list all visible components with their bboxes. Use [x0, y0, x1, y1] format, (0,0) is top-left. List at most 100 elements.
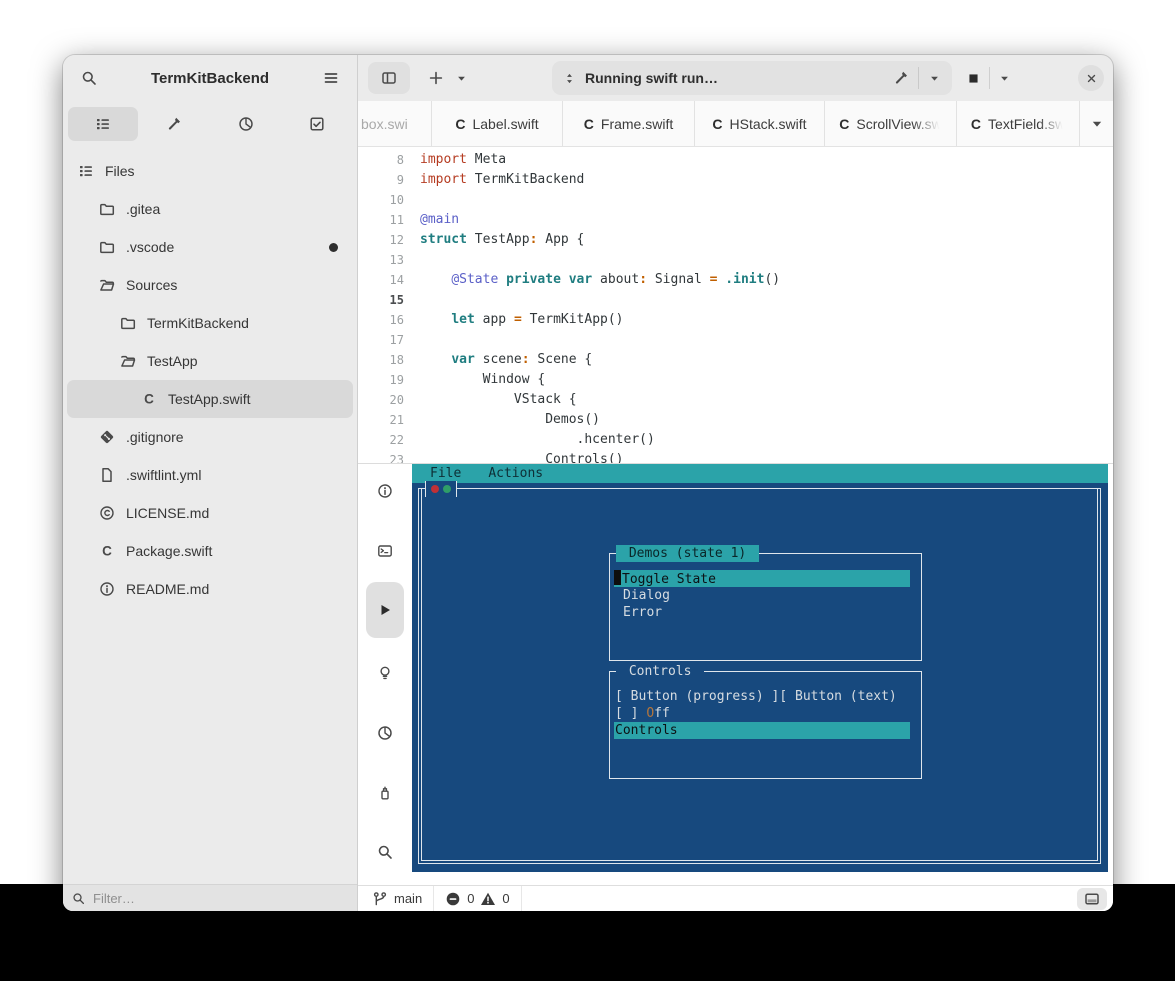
tree-item-files[interactable]: Files — [67, 152, 353, 190]
tui-close-dot[interactable] — [431, 485, 439, 493]
code-editor[interactable]: 8import Meta9import TermKitBackend1011@m… — [358, 147, 1113, 463]
web-panel-button[interactable] — [369, 717, 401, 749]
sidebar-panel-tab-tasks[interactable] — [283, 107, 353, 141]
code-line: 12struct TestApp: App { — [358, 230, 1113, 250]
tree-item-label: Sources — [126, 277, 177, 293]
line-number: 23 — [358, 450, 404, 463]
tab-label-swift[interactable]: CLabel.swift — [432, 101, 563, 146]
terminal-output[interactable]: FileActions Demos (state 1) Toggle State… — [412, 464, 1108, 872]
sidebar-toggle-button[interactable] — [368, 62, 410, 94]
folder-open-icon — [99, 277, 115, 293]
code-line: 22 .hcenter() — [358, 430, 1113, 450]
stop-button[interactable] — [960, 65, 986, 91]
menu-button[interactable] — [315, 62, 347, 94]
suggestions-panel-button[interactable] — [369, 657, 401, 689]
filter-search-icon — [72, 892, 85, 905]
c-file-icon: C — [141, 391, 157, 407]
tui-selected-row[interactable]: Controls — [614, 722, 910, 739]
logs-panel-button[interactable] — [369, 475, 401, 507]
tab-textfield-sw[interactable]: CTextField.sw — [957, 101, 1080, 146]
stop-dropdown[interactable] — [992, 65, 1016, 91]
code-text — [404, 250, 420, 270]
code-line: 20 VStack { — [358, 390, 1113, 410]
tree-item-termkitbackend[interactable]: TermKitBackend — [67, 304, 353, 342]
tree-item-gitignore[interactable]: .gitignore — [67, 418, 353, 456]
checkbox-icon — [309, 116, 325, 132]
line-number: 10 — [358, 190, 404, 210]
tui-menu-file[interactable]: File — [430, 465, 461, 482]
tab-label: box.swi — [361, 116, 408, 132]
sidebar-panel-switcher — [63, 101, 357, 147]
error-count: 0 — [467, 891, 474, 906]
sidebar: TermKitBackend Files .gitea .vscode Sources… — [63, 55, 358, 911]
run-output-panel-button[interactable] — [366, 582, 404, 638]
close-window-button[interactable] — [1078, 65, 1104, 91]
new-tab-button[interactable] — [422, 62, 450, 94]
line-number: 11 — [358, 210, 404, 230]
folder-icon — [99, 201, 115, 217]
tree-item-label: .gitea — [126, 201, 160, 217]
code-text: let app = TermKitApp() — [404, 310, 624, 330]
build-icon[interactable] — [893, 70, 909, 86]
tab-scrollview-sw[interactable]: CScrollView.sw — [825, 101, 957, 146]
tui-list-item-dialog[interactable]: Dialog — [623, 587, 670, 604]
code-line: 17 — [358, 330, 1113, 350]
profiler-panel-button[interactable] — [369, 777, 401, 809]
copyright-icon — [99, 505, 115, 521]
tui-checkbox-row[interactable]: [ ] Off — [615, 705, 670, 722]
controls-frame-title: Controls — [616, 663, 704, 680]
play-icon — [377, 602, 393, 618]
sidebar-panel-tab-project-tree[interactable] — [68, 107, 138, 141]
tab-hstack-swift[interactable]: CHStack.swift — [695, 101, 825, 146]
line-number: 16 — [358, 310, 404, 330]
tree-item-gitea[interactable]: .gitea — [67, 190, 353, 228]
tui-list-item-toggle-state[interactable]: Toggle State — [614, 570, 910, 587]
tree-item-label: .gitignore — [126, 429, 184, 445]
run-command-selector[interactable]: Running swift run… — [552, 61, 952, 95]
tui-button-row[interactable]: [ Button (progress) ][ Button (text) — [615, 688, 897, 705]
tree-item-readme.md[interactable]: README.md — [67, 570, 353, 608]
filter-bar[interactable]: Filter… — [63, 884, 357, 911]
search-button[interactable] — [73, 62, 105, 94]
tree-item-testapp.swift[interactable]: CTestApp.swift — [67, 380, 353, 418]
tui-cursor — [614, 570, 621, 585]
line-number: 21 — [358, 410, 404, 430]
diagnostics-indicator[interactable]: 0 0 — [445, 891, 509, 907]
code-text: @State private var about: Signal = .init… — [404, 270, 780, 290]
code-text — [404, 190, 420, 210]
tui-list-item-error[interactable]: Error — [623, 604, 662, 621]
hammer-icon — [166, 116, 182, 132]
sidebar-panel-tab-web[interactable] — [211, 107, 281, 141]
toggle-bottom-panel-button[interactable] — [1077, 888, 1107, 910]
tree-item-license.md[interactable]: LICENSE.md — [67, 494, 353, 532]
tui-maximize-dot[interactable] — [443, 485, 451, 493]
error-icon — [445, 891, 461, 907]
tree-item-label: Files — [105, 163, 135, 179]
tree-item-testapp[interactable]: TestApp — [67, 342, 353, 380]
line-number: 9 — [358, 170, 404, 190]
chevron-down-icon[interactable] — [928, 72, 941, 85]
chevron-down-icon — [998, 72, 1011, 85]
new-tab-dropdown[interactable] — [450, 62, 472, 94]
tab-label: TextField.sw — [988, 116, 1065, 132]
tab-overflow-button[interactable] — [1080, 101, 1113, 146]
tab-box-swi[interactable]: box.swi — [358, 101, 432, 146]
sidebar-panel-tab-build[interactable] — [140, 107, 210, 141]
swift-file-icon: C — [455, 116, 465, 132]
tree-item-package.swift[interactable]: CPackage.swift — [67, 532, 353, 570]
tree-item-vscode[interactable]: .vscode — [67, 228, 353, 266]
tab-frame-swift[interactable]: CFrame.swift — [563, 101, 695, 146]
branch-indicator[interactable]: main — [372, 891, 422, 907]
code-line: 10 — [358, 190, 1113, 210]
tree-item-swiftlint.yml[interactable]: .swiftlint.yml — [67, 456, 353, 494]
tree-item-label: README.md — [126, 581, 209, 597]
tui-menu-actions[interactable]: Actions — [488, 465, 543, 482]
code-text: .hcenter() — [404, 430, 655, 450]
code-line: 9import TermKitBackend — [358, 170, 1113, 190]
search-panel-button[interactable] — [369, 836, 401, 868]
code-line: 16 let app = TermKitApp() — [358, 310, 1113, 330]
terminal-panel-button[interactable] — [369, 535, 401, 567]
tree-item-sources[interactable]: Sources — [67, 266, 353, 304]
line-number: 8 — [358, 150, 404, 170]
filter-placeholder: Filter… — [93, 891, 135, 906]
